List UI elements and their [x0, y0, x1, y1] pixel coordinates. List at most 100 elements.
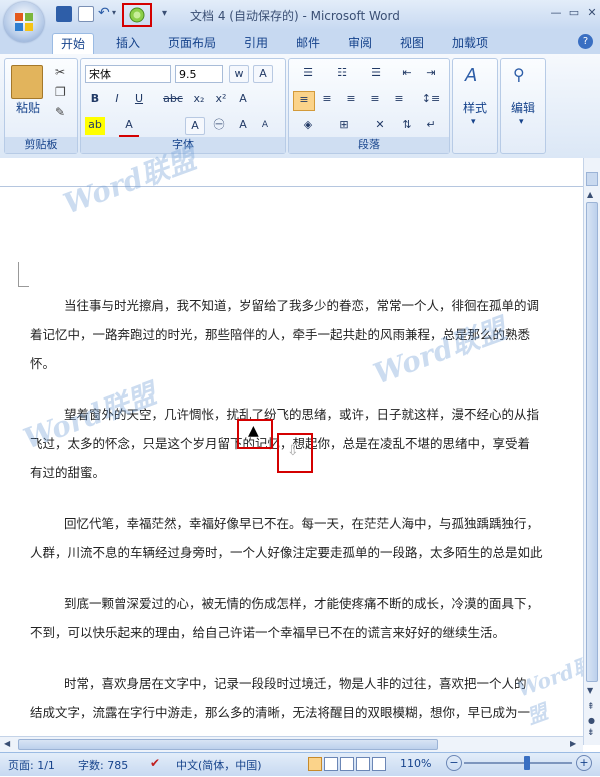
superscript-icon[interactable]: x²	[211, 91, 231, 109]
line-spacing-icon[interactable]: ↕≡	[417, 91, 445, 109]
chinese-layout-icon[interactable]: ✕	[365, 117, 395, 135]
font-name-field[interactable]: 宋体	[85, 65, 171, 83]
bold-icon[interactable]: B	[85, 91, 105, 109]
document-line[interactable]: 结成文字，流露在字行中游走，那么多的清晰，无法将醒目的双眼模糊，想你，早已成为一	[30, 699, 583, 726]
distributed-icon[interactable]: ≡	[389, 91, 409, 109]
styles-button[interactable]: 样式	[453, 99, 497, 116]
document-line[interactable]: 当往事与时光擦肩，我不知道，岁留给了我多少的眷恋，常常一个人，徘徊在孤单的调	[64, 292, 583, 319]
copy-icon[interactable]: ❐	[55, 85, 66, 99]
numbering-icon[interactable]: ☷	[327, 65, 357, 83]
align-center-icon[interactable]: ≡	[317, 91, 337, 109]
paste-button[interactable]: 粘贴	[11, 99, 45, 116]
binoculars-icon[interactable]: ⚲	[513, 65, 525, 84]
full-screen-reading-icon[interactable]	[324, 757, 338, 771]
zoom-level[interactable]: 110%	[400, 757, 431, 770]
tab-references[interactable]: 引用	[236, 33, 276, 53]
font-color-icon[interactable]: A	[119, 117, 139, 138]
phonetic-guide-icon[interactable]: w	[229, 65, 249, 83]
ruler-toggle-icon[interactable]	[586, 172, 598, 186]
character-shading-icon[interactable]: A	[185, 117, 205, 135]
editing-button[interactable]: 编辑	[501, 99, 545, 116]
new-document-icon[interactable]	[78, 6, 94, 22]
document-line[interactable]: 时常，喜欢身居在文字中，记录一段段时过境迁，物是人非的过往，喜欢把一个人的	[64, 670, 583, 697]
styles-icon[interactable]: A	[465, 65, 477, 86]
previous-page-icon[interactable]: ⇞	[587, 702, 595, 712]
subscript-icon[interactable]: x₂	[189, 91, 209, 109]
horizontal-scrollbar[interactable]: ◀ ▶	[0, 736, 583, 753]
tab-home[interactable]: 开始	[52, 33, 95, 54]
editing-dropdown-icon[interactable]: ▾	[519, 117, 524, 127]
minimize-icon[interactable]: —	[548, 6, 564, 20]
custom-macro-button-highlight[interactable]	[122, 3, 152, 27]
select-browse-object-icon[interactable]: ●	[588, 716, 595, 725]
close-icon[interactable]: ✕	[584, 6, 600, 20]
ribbon: 粘贴 ✂ ❐ ✎ 剪贴板 宋体 9.5 w A B I U abc x₂ x² …	[0, 54, 600, 159]
styles-dropdown-icon[interactable]: ▾	[471, 117, 476, 127]
font-size-field[interactable]: 9.5	[175, 65, 223, 83]
web-layout-icon[interactable]	[340, 757, 354, 771]
vertical-scrollbar[interactable]: ▲ ▼ ⇞ ● ⇟	[583, 158, 600, 745]
sort-icon[interactable]: ⇅	[397, 117, 417, 135]
tab-addins[interactable]: 加载项	[444, 33, 496, 53]
tab-page-layout[interactable]: 页面布局	[160, 33, 224, 53]
highlight-color-icon[interactable]: ab	[85, 117, 105, 135]
scroll-thumb[interactable]	[586, 202, 598, 682]
zoom-slider-track[interactable]	[464, 762, 572, 764]
print-layout-icon[interactable]	[308, 757, 322, 771]
cut-icon[interactable]: ✂	[55, 65, 65, 79]
draft-view-icon[interactable]	[372, 757, 386, 771]
tab-view[interactable]: 视图	[392, 33, 432, 53]
document-line[interactable]: 不到，可以快乐起来的理由，给自己许诺一个幸福早已不在的谎言来好好的继续生活。	[30, 619, 583, 646]
multilevel-list-icon[interactable]: ☰	[361, 65, 391, 83]
scroll-left-icon[interactable]: ◀	[4, 739, 10, 748]
document-line[interactable]: 到底一颗曾深爱过的心，被无情的伤成怎样，才能使疼痛不断的成长，冷漠的面具下，	[64, 590, 583, 617]
enclose-characters-icon[interactable]: ㊀	[209, 117, 229, 135]
language-indicator[interactable]: 中文(简体，中国)	[176, 757, 262, 773]
tab-insert[interactable]: 插入	[108, 33, 148, 53]
strikethrough-icon[interactable]: abc	[161, 91, 185, 109]
scroll-right-icon[interactable]: ▶	[570, 739, 576, 748]
show-marks-icon[interactable]: ↵	[421, 117, 441, 135]
align-left-icon[interactable]: ≡	[293, 91, 315, 111]
help-icon[interactable]: ?	[578, 34, 593, 49]
paste-icon[interactable]	[11, 65, 43, 99]
ghost-cursor-icon: ⇩	[287, 443, 299, 459]
next-page-icon[interactable]: ⇟	[587, 728, 595, 738]
document-line[interactable]: 人群，川流不息的车辆经过身旁时，一个人好像注定要走孤单的一段路，太多陌生的总是如…	[30, 539, 583, 566]
align-right-icon[interactable]: ≡	[341, 91, 361, 109]
shrink-font-icon[interactable]: A	[255, 117, 275, 135]
grow-font-icon[interactable]: A	[233, 117, 253, 135]
format-painter-icon[interactable]: ✎	[55, 105, 65, 119]
increase-indent-icon[interactable]: ⇥	[421, 65, 441, 83]
office-button[interactable]	[4, 2, 44, 42]
zoom-in-icon[interactable]: +	[576, 755, 592, 771]
outline-view-icon[interactable]	[356, 757, 370, 771]
zoom-slider-thumb[interactable]	[524, 756, 530, 770]
page-indicator[interactable]: 页面: 1/1	[8, 757, 55, 773]
clear-formatting-icon[interactable]: A	[233, 91, 253, 109]
document-line[interactable]: 怀。	[30, 350, 583, 377]
italic-icon[interactable]: I	[107, 91, 127, 109]
proofing-icon[interactable]: ✔	[150, 756, 160, 770]
scroll-up-icon[interactable]: ▲	[587, 190, 593, 199]
underline-icon[interactable]: U	[129, 91, 149, 109]
tab-mailings[interactable]: 邮件	[288, 33, 328, 53]
customize-toolbar-icon[interactable]: ▾	[162, 8, 167, 19]
clipboard-group: 粘贴 ✂ ❐ ✎ 剪贴板	[4, 58, 78, 154]
shading-icon[interactable]: ◈	[293, 117, 323, 135]
undo-icon[interactable]: ↶	[98, 5, 110, 21]
justify-icon[interactable]: ≡	[365, 91, 385, 109]
undo-dropdown-icon[interactable]: ▾	[112, 8, 116, 17]
decrease-indent-icon[interactable]: ⇤	[397, 65, 417, 83]
maximize-icon[interactable]: ▭	[566, 6, 582, 20]
save-icon[interactable]	[56, 6, 72, 22]
scroll-down-icon[interactable]: ▼	[587, 686, 593, 695]
word-count[interactable]: 字数: 785	[78, 757, 128, 773]
zoom-out-icon[interactable]: −	[446, 755, 462, 771]
bullets-icon[interactable]: ☰	[293, 65, 323, 83]
tab-review[interactable]: 审阅	[340, 33, 380, 53]
hscroll-thumb[interactable]	[18, 739, 438, 750]
borders-icon[interactable]: ⊞	[329, 117, 359, 135]
document-line[interactable]: 回忆代笔，幸福茫然，幸福好像早已不在。每一天，在茫茫人海中，与孤独踽踽独行，	[64, 510, 583, 537]
character-border-icon[interactable]: A	[253, 65, 273, 83]
